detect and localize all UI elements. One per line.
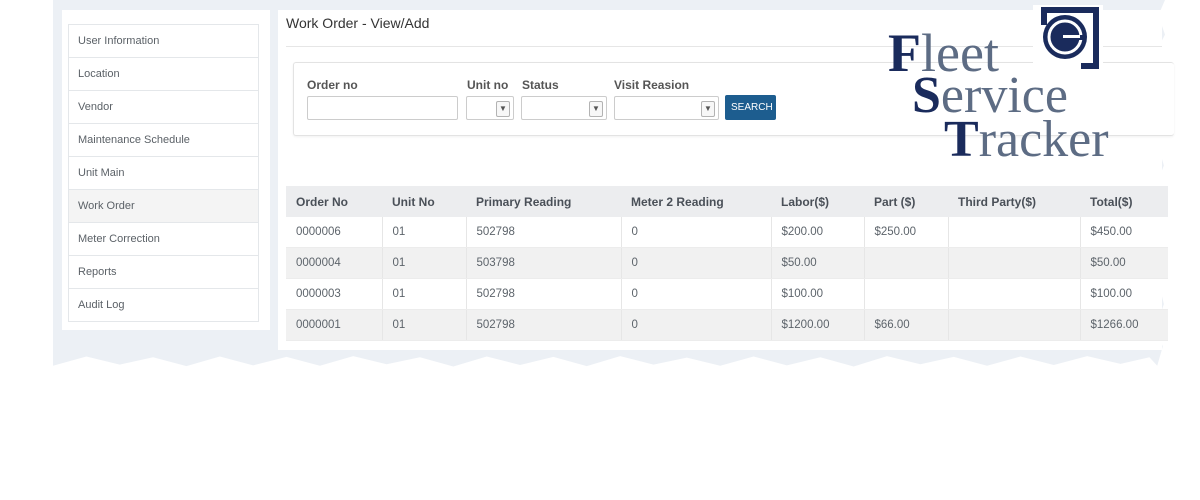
- chevron-down-icon: ▼: [496, 101, 510, 117]
- unit-no-cell: 01: [382, 217, 467, 248]
- total-cell: $450.00: [1080, 217, 1168, 248]
- part-cell: [864, 278, 949, 310]
- sidebar-item-user-information[interactable]: User Information: [69, 25, 258, 58]
- chevron-down-icon: ▼: [589, 101, 603, 117]
- sidebar-item-vendor[interactable]: Vendor: [69, 91, 258, 124]
- chevron-down-icon: ▼: [701, 101, 715, 117]
- third-party-cell: [948, 278, 1081, 310]
- visit-reason-select[interactable]: ▼: [614, 96, 719, 120]
- table-row[interactable]: 0000006 01 502798 0 $200.00 $250.00 $450…: [286, 217, 1168, 248]
- page-title: Work Order - View/Add: [286, 15, 430, 31]
- sidebar-item-work-order[interactable]: Work Order: [69, 190, 258, 223]
- meter2-reading-cell: 0: [621, 278, 772, 310]
- unit-no-select[interactable]: ▼: [466, 96, 514, 120]
- primary-reading-cell: 502798: [466, 217, 622, 248]
- part-cell: $66.00: [864, 309, 949, 341]
- column-header[interactable]: Meter 2 Reading: [621, 186, 771, 217]
- labor-cell: $50.00: [771, 247, 865, 279]
- meter2-reading-cell: 0: [621, 309, 772, 341]
- order-no-input[interactable]: [307, 96, 458, 120]
- labor-cell: $200.00: [771, 217, 865, 248]
- fleet-service-tracker-logo: Fleet Service Tracker: [888, 5, 1148, 168]
- meter2-reading-cell: 0: [621, 217, 772, 248]
- column-header[interactable]: Third Party($): [948, 186, 1080, 217]
- sidebar-item-reports[interactable]: Reports: [69, 256, 258, 289]
- labor-cell: $100.00: [771, 278, 865, 310]
- total-cell: $100.00: [1080, 278, 1168, 310]
- order-no-label: Order no: [307, 78, 358, 92]
- column-header[interactable]: Labor($): [771, 186, 864, 217]
- labor-cell: $1200.00: [771, 309, 865, 341]
- unit-no-cell: 01: [382, 247, 467, 279]
- status-select[interactable]: ▼: [521, 96, 607, 120]
- third-party-cell: [948, 309, 1081, 341]
- order-no-cell: 0000001: [286, 309, 383, 341]
- sidebar-item-maintenance-schedule[interactable]: Maintenance Schedule: [69, 124, 258, 157]
- third-party-cell: [948, 247, 1081, 279]
- primary-reading-cell: 502798: [466, 309, 622, 341]
- third-party-cell: [948, 217, 1081, 248]
- order-no-cell: 0000006: [286, 217, 383, 248]
- meter2-reading-cell: 0: [621, 247, 772, 279]
- search-button[interactable]: SEARCH: [725, 95, 776, 120]
- column-header[interactable]: Unit No: [382, 186, 466, 217]
- status-label: Status: [522, 78, 559, 92]
- table-row[interactable]: 0000001 01 502798 0 $1200.00 $66.00 $126…: [286, 309, 1168, 341]
- order-no-cell: 0000003: [286, 278, 383, 310]
- logo-line-tracker: Tracker: [944, 111, 1109, 168]
- total-cell: $1266.00: [1080, 309, 1168, 341]
- unit-no-cell: 01: [382, 278, 467, 310]
- column-header[interactable]: Primary Reading: [466, 186, 621, 217]
- column-header[interactable]: Order No: [286, 186, 382, 217]
- part-cell: $250.00: [864, 217, 949, 248]
- sidebar-item-unit-main[interactable]: Unit Main: [69, 157, 258, 190]
- visit-reason-label: Visit Reasion: [614, 78, 690, 92]
- sidebar-item-location[interactable]: Location: [69, 58, 258, 91]
- primary-reading-cell: 503798: [466, 247, 622, 279]
- table-header-row: Order No Unit No Primary Reading Meter 2…: [286, 186, 1168, 217]
- work-order-table: Order No Unit No Primary Reading Meter 2…: [286, 186, 1168, 341]
- part-cell: [864, 247, 949, 279]
- table-row[interactable]: 0000003 01 502798 0 $100.00 $100.00: [286, 278, 1168, 310]
- unit-no-cell: 01: [382, 309, 467, 341]
- column-header[interactable]: Total($): [1080, 186, 1168, 217]
- sidebar-item-audit-log[interactable]: Audit Log: [69, 289, 258, 321]
- column-header[interactable]: Part ($): [864, 186, 948, 217]
- primary-reading-cell: 502798: [466, 278, 622, 310]
- table-row[interactable]: 0000004 01 503798 0 $50.00 $50.00: [286, 247, 1168, 279]
- total-cell: $50.00: [1080, 247, 1168, 279]
- order-no-cell: 0000004: [286, 247, 383, 279]
- sidebar-menu: User Information Location Vendor Mainten…: [68, 24, 259, 322]
- logo-emblem-icon: [1033, 5, 1103, 71]
- sidebar-item-meter-correction[interactable]: Meter Correction: [69, 223, 258, 256]
- unit-no-label: Unit no: [467, 78, 509, 92]
